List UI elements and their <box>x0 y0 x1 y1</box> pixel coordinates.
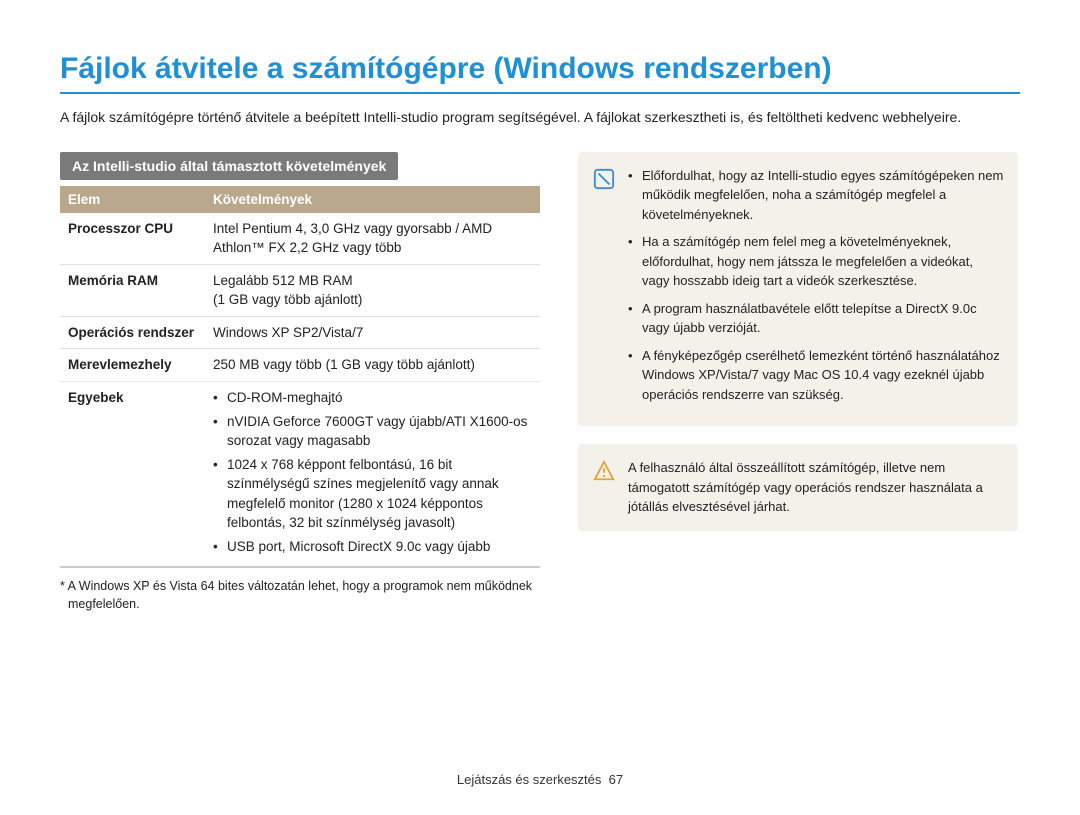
page-title: Fájlok átvitele a számítógépre (Windows … <box>60 52 1020 94</box>
warning-text: A felhasználó által összeállított számít… <box>628 458 1004 517</box>
footnote-text: * A Windows XP és Vista 64 bites változa… <box>60 578 540 613</box>
table-val: CD-ROM-meghajtó nVIDIA Geforce 7600GT va… <box>205 381 540 567</box>
list-item: 1024 x 768 képpont felbontású, 16 bit sz… <box>213 455 532 533</box>
right-column: Előfordulhat, hogy az Intelli-studio egy… <box>578 152 1018 614</box>
table-row: Merevlemezhely 250 MB vagy több (1 GB va… <box>60 349 540 382</box>
warning-note: A felhasználó által összeállított számít… <box>578 444 1018 531</box>
intro-text: A fájlok számítógépre történő átvitele a… <box>60 108 1020 128</box>
table-row: Processzor CPU Intel Pentium 4, 3,0 GHz … <box>60 213 540 265</box>
table-header-req: Követelmények <box>205 186 540 213</box>
table-row: Egyebek CD-ROM-meghajtó nVIDIA Geforce 7… <box>60 381 540 567</box>
list-item: Ha a számítógép nem felel meg a követelm… <box>628 232 1004 291</box>
list-item: A fényképezőgép cserélhető lemezként tör… <box>628 346 1004 405</box>
section-heading: Az Intelli-studio által támasztott követ… <box>60 152 398 180</box>
table-val: Intel Pentium 4, 3,0 GHz vagy gyorsabb /… <box>205 213 540 265</box>
left-column: Az Intelli-studio által támasztott követ… <box>60 152 540 614</box>
table-row: Operációs rendszer Windows XP SP2/Vista/… <box>60 316 540 349</box>
info-icon <box>592 166 616 413</box>
list-item: CD-ROM-meghajtó <box>213 388 532 408</box>
page-footer: Lejátszás és szerkesztés 67 <box>0 772 1080 787</box>
requirements-table: Elem Követelmények Processzor CPU Intel … <box>60 186 540 569</box>
footer-page-number: 67 <box>609 772 623 787</box>
table-key: Processzor CPU <box>60 213 205 265</box>
list-item: Előfordulhat, hogy az Intelli-studio egy… <box>628 166 1004 225</box>
table-val: 250 MB vagy több (1 GB vagy több ajánlot… <box>205 349 540 382</box>
table-key: Operációs rendszer <box>60 316 205 349</box>
table-val: Legalább 512 MB RAM(1 GB vagy több ajánl… <box>205 264 540 316</box>
info-note: Előfordulhat, hogy az Intelli-studio egy… <box>578 152 1018 427</box>
list-item: USB port, Microsoft DirectX 9.0c vagy új… <box>213 537 532 557</box>
table-key: Memória RAM <box>60 264 205 316</box>
table-val: Windows XP SP2/Vista/7 <box>205 316 540 349</box>
warning-icon <box>592 458 616 517</box>
list-item: nVIDIA Geforce 7600GT vagy újabb/ATI X16… <box>213 412 532 451</box>
table-key: Merevlemezhely <box>60 349 205 382</box>
footer-section: Lejátszás és szerkesztés <box>457 772 602 787</box>
table-row: Memória RAM Legalább 512 MB RAM(1 GB vag… <box>60 264 540 316</box>
table-header-item: Elem <box>60 186 205 213</box>
list-item: A program használatbavétele előtt telepí… <box>628 299 1004 338</box>
table-key: Egyebek <box>60 381 205 567</box>
